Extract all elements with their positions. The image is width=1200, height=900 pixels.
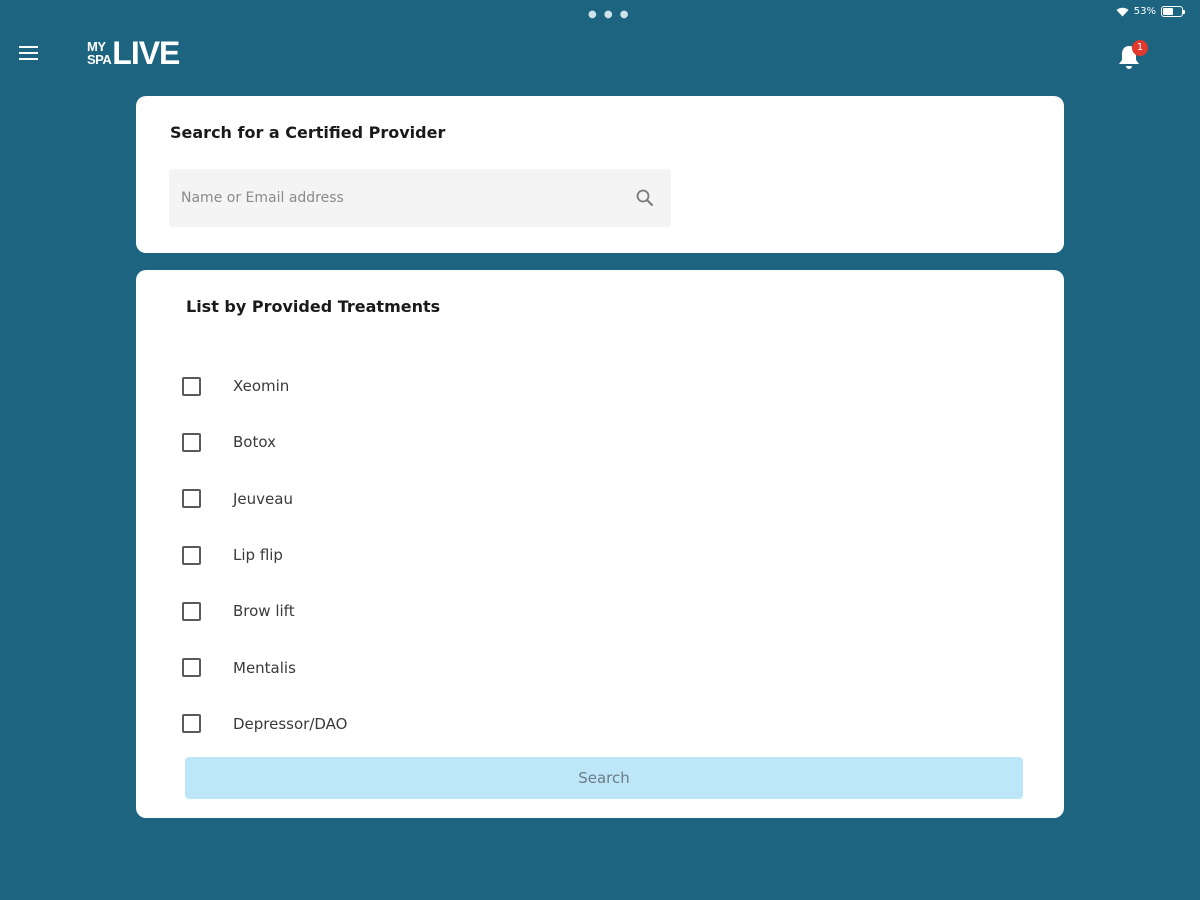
app-screen: ● ● ● 53% MY SPA LIVE 1 Search for a Cer… <box>0 0 1200 900</box>
search-field[interactable] <box>169 169 671 227</box>
treatment-label: Mentalis <box>233 658 296 677</box>
treatments-card: List by Provided Treatments Xeomin Botox… <box>136 270 1064 818</box>
treatment-checkbox[interactable] <box>182 432 201 452</box>
treatment-label: Jeuveau <box>233 489 293 508</box>
treatment-checkbox[interactable] <box>182 376 201 396</box>
search-button[interactable]: Search <box>185 757 1023 799</box>
battery-level <box>1163 8 1173 15</box>
notification-badge: 1 <box>1132 40 1148 56</box>
treatments-card-title: List by Provided Treatments <box>186 297 441 316</box>
treatment-item-botox[interactable]: Botox <box>182 414 348 470</box>
logo-spa: SPA <box>87 52 112 67</box>
treatment-item-xeomin[interactable]: Xeomin <box>182 358 348 414</box>
treatment-item-lip-flip[interactable]: Lip flip <box>182 527 348 583</box>
app-logo: MY SPA LIVE <box>87 35 180 71</box>
battery-percent: 53% <box>1133 6 1156 17</box>
treatment-list: Xeomin Botox Jeuveau Lip flip Brow lift … <box>182 358 348 752</box>
notifications-button[interactable]: 1 <box>1116 40 1148 72</box>
treatment-label: Lip flip <box>233 546 283 565</box>
treatment-item-brow-lift[interactable]: Brow lift <box>182 583 348 639</box>
search-card-title: Search for a Certified Provider <box>170 123 446 142</box>
provider-search-card: Search for a Certified Provider <box>136 96 1064 253</box>
treatment-checkbox[interactable] <box>182 714 201 734</box>
treatment-item-jeuveau[interactable]: Jeuveau <box>182 471 348 527</box>
wifi-icon <box>1116 7 1129 16</box>
treatment-label: Botox <box>233 433 276 452</box>
search-input[interactable] <box>169 169 629 227</box>
treatment-checkbox[interactable] <box>182 601 201 621</box>
status-bar: 53% <box>1116 6 1185 17</box>
treatment-label: Xeomin <box>233 377 290 396</box>
search-icon[interactable] <box>635 188 655 208</box>
logo-prefix: MY SPA <box>87 40 112 67</box>
treatment-label: Brow lift <box>233 602 295 621</box>
treatment-item-depressor-dao[interactable]: Depressor/DAO <box>182 696 348 752</box>
treatment-label: Depressor/DAO <box>233 714 348 733</box>
hamburger-menu-icon[interactable] <box>19 44 39 62</box>
battery-icon <box>1161 6 1185 17</box>
treatment-checkbox[interactable] <box>182 545 201 565</box>
treatment-checkbox[interactable] <box>182 489 201 509</box>
logo-live: LIVE <box>112 35 180 71</box>
treatment-checkbox[interactable] <box>182 658 201 678</box>
multitasking-dots-icon[interactable]: ● ● ● <box>588 9 631 20</box>
treatment-item-mentalis[interactable]: Mentalis <box>182 639 348 695</box>
